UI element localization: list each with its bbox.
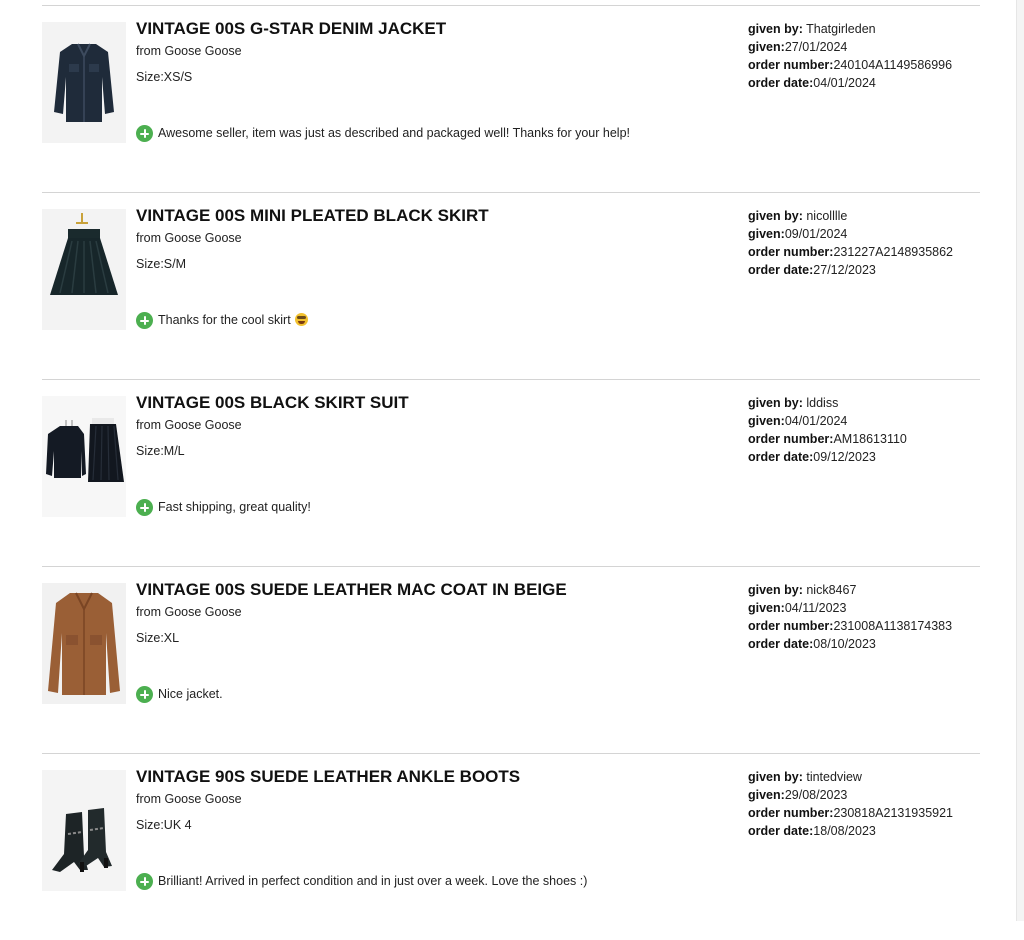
product-thumbnail[interactable]	[42, 396, 126, 517]
feedback-comment: Awesome seller, item was just as describ…	[158, 126, 631, 140]
item-title[interactable]: VINTAGE 00S BLACK SKIRT SUIT	[136, 393, 409, 413]
item-title[interactable]: VINTAGE 00S SUEDE LEATHER MAC COAT IN BE…	[136, 580, 567, 600]
feedback-entry: VINTAGE 00S G-STAR DENIM JACKET from Goo…	[0, 5, 1016, 192]
positive-feedback-icon	[136, 125, 153, 142]
given-by-user: nick8467	[806, 583, 857, 597]
given-by-row: given by: nicolllle	[748, 209, 848, 223]
product-thumbnail[interactable]	[42, 209, 126, 330]
given-by-user: tintedview	[806, 770, 862, 784]
feedback-entry: VINTAGE 00S MINI PLEATED BLACK SKIRT fro…	[0, 192, 1016, 379]
scrollbar[interactable]	[1016, 0, 1024, 921]
item-title[interactable]: VINTAGE 00S G-STAR DENIM JACKET	[136, 19, 446, 39]
feedback-entry: VINTAGE 90S SUEDE LEATHER ANKLE BOOTS fr…	[0, 753, 1016, 940]
feedback-comment: Fast shipping, great quality!	[158, 500, 311, 514]
item-title[interactable]: VINTAGE 00S MINI PLEATED BLACK SKIRT	[136, 206, 489, 226]
order-number-row: order number:231227A2148935862	[748, 245, 954, 259]
order-number-row: order number:230818A2131935921	[748, 806, 954, 820]
feedback-comment: Nice jacket.	[158, 687, 223, 701]
suede-coat-icon	[42, 583, 126, 704]
order-number-row: order number:AM18613110	[748, 432, 907, 446]
item-size: Size:M/L	[136, 444, 185, 458]
item-size: Size:UK 4	[136, 818, 192, 832]
given-date-row: given:29/08/2023	[748, 788, 848, 802]
order-date-row: order date:27/12/2023	[748, 263, 876, 277]
positive-feedback-icon	[136, 312, 153, 329]
order-details: given by: Thatgirleden given:27/01/2024 …	[748, 20, 952, 92]
given-by-row: given by: tintedview	[748, 770, 862, 784]
order-number-row: order number:231008A1138174383	[748, 619, 953, 633]
item-size: Size:XS/S	[136, 70, 193, 84]
order-date-row: order date:09/12/2023	[748, 450, 876, 464]
given-date-row: given:27/01/2024	[748, 40, 848, 54]
order-details: given by: nick8467 given:04/11/2023 orde…	[748, 581, 952, 653]
given-date-row: given:09/01/2024	[748, 227, 848, 241]
positive-feedback-icon	[136, 686, 153, 703]
given-by-row: given by: lddiss	[748, 396, 839, 410]
feedback-entry: VINTAGE 00S BLACK SKIRT SUIT from Goose …	[0, 379, 1016, 566]
order-details: given by: tintedview given:29/08/2023 or…	[748, 768, 953, 840]
order-details: given by: nicolllle given:09/01/2024 ord…	[748, 207, 953, 279]
given-date-row: given:04/01/2024	[748, 414, 848, 428]
skirt-suit-icon	[42, 396, 126, 517]
seller-name: from Goose Goose	[136, 792, 242, 806]
seller-name: from Goose Goose	[136, 605, 242, 619]
given-by-row: given by: nick8467	[748, 583, 857, 597]
order-date-row: order date:04/01/2024	[748, 76, 876, 90]
order-number-row: order number:240104A1149586996	[748, 58, 953, 72]
feedback-entry: VINTAGE 00S SUEDE LEATHER MAC COAT IN BE…	[0, 566, 1016, 753]
product-thumbnail[interactable]	[42, 770, 126, 891]
given-by-row: given by: Thatgirleden	[748, 22, 876, 36]
product-thumbnail[interactable]	[42, 22, 126, 143]
feedback-comment: Thanks for the cool skirt	[158, 313, 308, 327]
seller-name: from Goose Goose	[136, 418, 242, 432]
given-by-user: lddiss	[806, 396, 839, 410]
positive-feedback-icon	[136, 499, 153, 516]
given-date-row: given:04/11/2023	[748, 601, 847, 615]
order-date-row: order date:08/10/2023	[748, 637, 876, 651]
item-size: Size:S/M	[136, 257, 187, 271]
denim-jacket-icon	[42, 22, 126, 143]
seller-name: from Goose Goose	[136, 231, 242, 245]
given-by-user: nicolllle	[806, 209, 848, 223]
given-by-user: Thatgirleden	[806, 22, 876, 36]
star-struck-emoji-icon	[294, 313, 308, 326]
pleated-skirt-icon	[42, 209, 126, 330]
order-date-row: order date:18/08/2023	[748, 824, 876, 838]
order-details: given by: lddiss given:04/01/2024 order …	[748, 394, 907, 466]
product-thumbnail[interactable]	[42, 583, 126, 704]
feedback-comment: Brilliant! Arrived in perfect condition …	[158, 874, 588, 888]
item-title[interactable]: VINTAGE 90S SUEDE LEATHER ANKLE BOOTS	[136, 767, 520, 787]
ankle-boots-icon	[42, 770, 126, 891]
item-size: Size:XL	[136, 631, 180, 645]
positive-feedback-icon	[136, 873, 153, 890]
seller-name: from Goose Goose	[136, 44, 242, 58]
